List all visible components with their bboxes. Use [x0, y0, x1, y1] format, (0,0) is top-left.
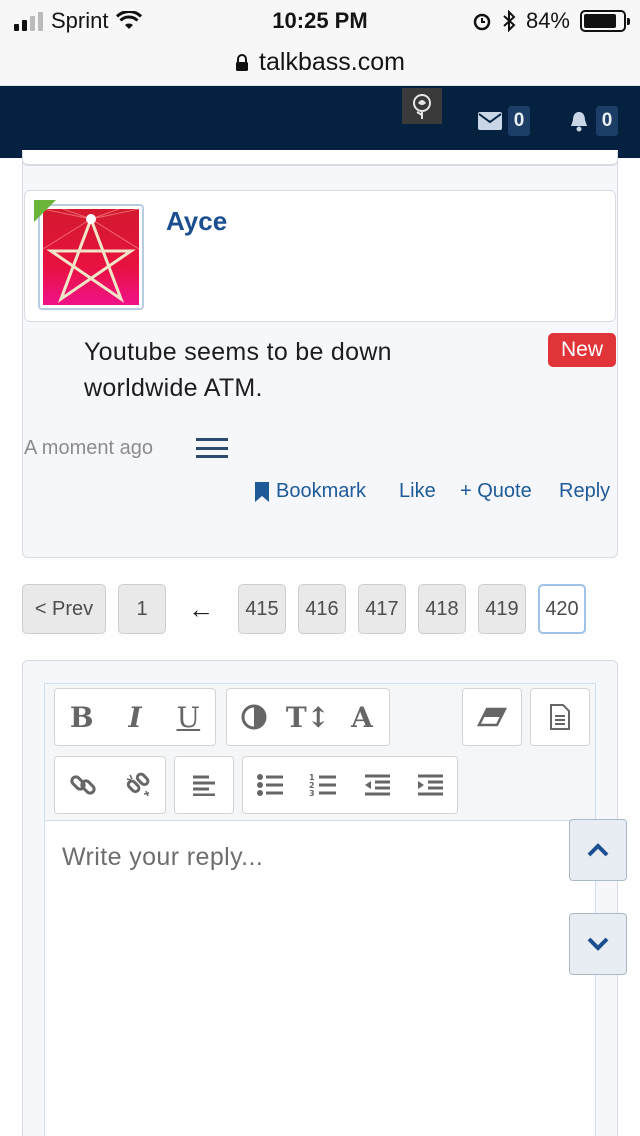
font-size-button[interactable]: T↕ [281, 688, 335, 746]
contrast-icon [241, 704, 267, 730]
numbered-list-button[interactable]: 1 2 3 [297, 756, 351, 814]
page-418[interactable]: 418 [418, 584, 466, 634]
post-timestamp[interactable]: A moment ago [24, 437, 153, 460]
svg-text:3: 3 [309, 789, 315, 798]
like-button[interactable]: Like [399, 480, 436, 503]
previous-post-edge [22, 150, 618, 166]
quote-label: + Quote [460, 480, 532, 502]
battery-icon [580, 10, 630, 32]
bookmark-button[interactable]: Bookmark [254, 480, 366, 503]
reply-label: Reply [559, 480, 611, 502]
indent-icon [418, 774, 444, 796]
font-group: T↕ A [226, 688, 390, 746]
rose-logo-icon [413, 94, 431, 119]
unlink-button[interactable] [110, 756, 165, 814]
post-message: Youtube seems to be down worldwide ATM. [84, 338, 392, 402]
like-label: Like [399, 480, 436, 502]
site-logo[interactable] [402, 88, 442, 124]
text-style-group: B I U [54, 688, 216, 746]
prev-page-button[interactable]: < Prev [22, 584, 106, 634]
link-icon [69, 775, 96, 795]
bookmark-icon [255, 481, 269, 502]
clear-format-group [462, 688, 522, 746]
bookmark-label: Bookmark [276, 480, 367, 502]
indent-button[interactable] [404, 756, 458, 814]
avatar-image [43, 209, 139, 305]
list-group: 1 2 3 [242, 756, 458, 814]
online-indicator [34, 200, 56, 222]
text-color-button[interactable] [227, 688, 281, 746]
align-left-icon [193, 775, 215, 796]
align-button[interactable] [175, 756, 233, 814]
hamburger-menu-icon[interactable] [196, 438, 228, 458]
view-source-button[interactable] [531, 688, 589, 746]
page-416[interactable]: 416 [298, 584, 346, 634]
link-group [54, 756, 166, 814]
quote-button[interactable]: + Quote [460, 480, 532, 503]
page-first[interactable]: 1 [118, 584, 166, 634]
post-author[interactable]: Ayce [166, 206, 227, 237]
alarm-icon [473, 13, 491, 31]
lock-icon [236, 53, 249, 71]
numbered-list-icon: 1 2 3 [309, 773, 337, 798]
reply-button[interactable]: Reply [559, 480, 610, 503]
scroll-up-button[interactable] [569, 819, 627, 881]
reply-placeholder: Write your reply... [62, 843, 264, 871]
page-gap-arrow[interactable]: ← [188, 594, 214, 625]
new-badge: New [548, 333, 616, 367]
insert-link-button[interactable] [55, 756, 110, 814]
url-text: talkbass.com [259, 48, 405, 76]
status-bar: Sprint 10:25 PM 84% [0, 0, 640, 40]
inbox-count: 0 [508, 106, 530, 136]
bulleted-list-icon [256, 774, 283, 796]
bulleted-list-button[interactable] [243, 756, 297, 814]
bluetooth-icon [503, 10, 516, 32]
scroll-down-button[interactable] [569, 913, 627, 975]
page-420-current[interactable]: 420 [538, 584, 586, 634]
outdent-icon [364, 774, 390, 796]
battery-percent: 84% [525, 8, 570, 33]
bell-icon [571, 112, 587, 132]
font-family-button[interactable]: A [335, 688, 389, 746]
chevron-up-icon [587, 843, 609, 857]
outdent-button[interactable] [350, 756, 404, 814]
chevron-down-icon [587, 937, 609, 951]
bold-button[interactable]: B [55, 688, 108, 746]
page-415[interactable]: 415 [238, 584, 286, 634]
remove-format-button[interactable] [463, 688, 521, 746]
page-417[interactable]: 417 [358, 584, 406, 634]
alerts-button[interactable]: 0 [568, 106, 618, 136]
align-group [174, 756, 234, 814]
alerts-count: 0 [596, 106, 618, 136]
page-419[interactable]: 419 [478, 584, 526, 634]
eraser-icon [477, 707, 507, 727]
italic-button[interactable]: I [108, 688, 161, 746]
envelope-icon [478, 112, 502, 130]
site-header: 0 0 [0, 86, 640, 158]
underline-button[interactable]: U [162, 688, 215, 746]
inbox-button[interactable]: 0 [478, 106, 530, 136]
document-icon [550, 704, 570, 730]
unlink-icon [126, 772, 149, 797]
address-bar[interactable]: talkbass.com [0, 40, 640, 86]
source-group [530, 688, 590, 746]
